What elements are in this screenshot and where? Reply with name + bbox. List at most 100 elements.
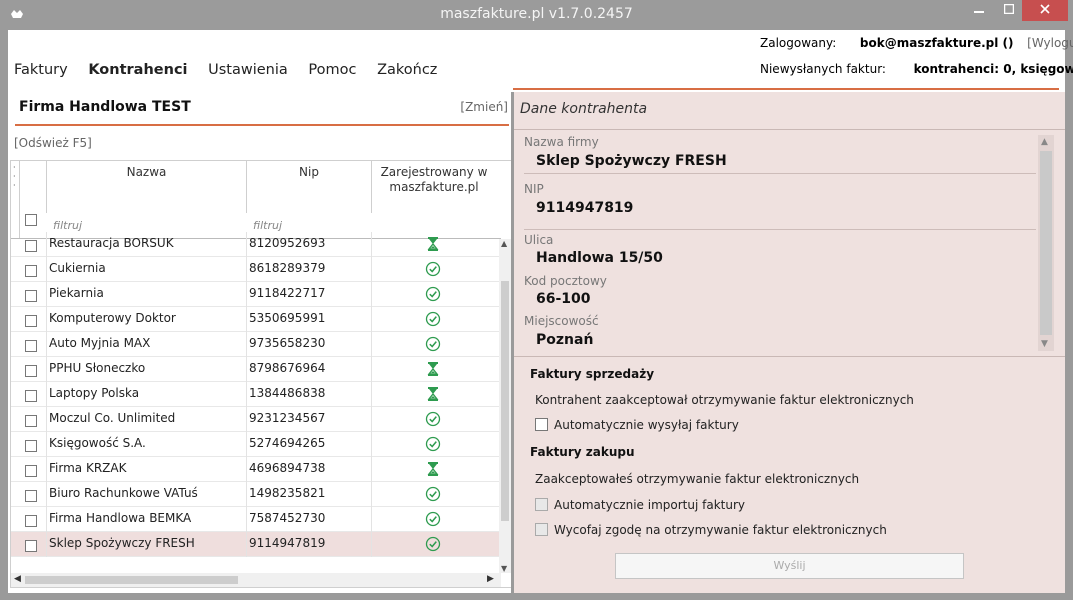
scroll-down-icon[interactable]: ▼ (501, 564, 507, 573)
row-checkbox[interactable] (25, 415, 37, 427)
close-button[interactable] (1022, 0, 1068, 21)
auto-send-checkbox[interactable]: Automatycznie wysyłaj faktury (535, 418, 739, 432)
grid-rows: Restauracja BORSUK 8120952693 Cukiernia 861… (11, 232, 501, 557)
table-row[interactable]: Laptopy Polska 1384486838 (11, 382, 501, 407)
row-checkbox[interactable] (25, 240, 37, 252)
table-row[interactable]: Komputerowy Doktor 5350695991 (11, 307, 501, 332)
table-row[interactable]: Firma KRZAK 4696894738 (11, 457, 501, 482)
hscroll-thumb[interactable] (25, 576, 238, 584)
table-row[interactable]: PPHU Słoneczko 8798676964 (11, 357, 501, 382)
refresh-link[interactable]: [Odśwież F5] (14, 136, 92, 150)
row-nip: 8120952693 (249, 236, 326, 250)
row-checkbox[interactable] (25, 465, 37, 477)
checkbox-box[interactable] (535, 523, 548, 536)
grid-separator (371, 432, 372, 457)
checkbox-box[interactable] (535, 418, 548, 431)
select-all-checkbox[interactable] (25, 214, 37, 226)
contractor-details-panel: Dane kontrahenta Nazwa firmy Sklep Spoży… (514, 92, 1065, 593)
details-divider (514, 356, 1065, 357)
maximize-button[interactable] (996, 0, 1022, 21)
row-checkbox[interactable] (25, 315, 37, 327)
scroll-up-icon[interactable]: ▲ (1041, 137, 1048, 147)
row-checkbox[interactable] (25, 265, 37, 277)
menu-kontrahenci[interactable]: Kontrahenci (88, 62, 187, 78)
logout-link[interactable]: [Wyloguj] (1027, 36, 1073, 50)
postal-label: Kod pocztowy (524, 274, 607, 288)
table-row[interactable]: Moczul Co. Unlimited 9231234567 (11, 407, 501, 432)
vertical-scrollbar[interactable]: ▲ ▼ (499, 239, 511, 573)
menu-faktury[interactable]: Faktury (14, 62, 68, 78)
details-scroll-thumb[interactable] (1040, 151, 1052, 335)
title-bar[interactable]: maszfakture.pl v1.7.0.2457 (0, 0, 1073, 30)
scroll-up-icon[interactable]: ▲ (501, 239, 507, 248)
row-nip: 7587452730 (249, 511, 326, 525)
table-row[interactable]: Biuro Rachunkowe VATuś 1498235821 (11, 482, 501, 507)
grid-separator (246, 332, 247, 357)
row-checkbox[interactable] (25, 490, 37, 502)
filter-name-input[interactable]: filtruj (53, 219, 82, 232)
row-checkbox[interactable] (25, 340, 37, 352)
grid-separator (46, 407, 47, 432)
scroll-thumb[interactable] (501, 281, 509, 521)
grid-separator (46, 332, 47, 357)
table-row[interactable]: Restauracja BORSUK 8120952693 (11, 232, 501, 257)
check-circle-icon (425, 536, 441, 552)
firm-name: Firma Handlowa TEST (19, 99, 191, 115)
auto-send-label: Automatycznie wysyłaj faktury (554, 418, 739, 432)
table-row[interactable]: Cukiernia 8618289379 (11, 257, 501, 282)
row-nip: 1498235821 (249, 486, 326, 500)
scroll-right-icon[interactable]: ▶ (487, 574, 494, 584)
grid-separator (371, 232, 372, 257)
row-name: Moczul Co. Unlimited (49, 411, 176, 425)
row-checkbox[interactable] (25, 290, 37, 302)
row-checkbox[interactable] (25, 540, 37, 552)
menu-ustawienia[interactable]: Ustawienia (208, 62, 288, 78)
filter-nip-input[interactable]: filtruj (253, 219, 282, 232)
row-name: Auto Myjnia MAX (49, 336, 151, 350)
horizontal-scrollbar[interactable]: ◀ ▶ (11, 573, 501, 587)
city-label: Miejscowość (524, 314, 599, 328)
row-name: Laptopy Polska (49, 386, 140, 400)
column-header-registered[interactable]: Zarejestrowany w maszfakture.pl (379, 165, 489, 195)
row-checkbox[interactable] (25, 515, 37, 527)
grid-separator (46, 382, 47, 407)
menu-zakoncz[interactable]: Zakończ (377, 62, 437, 78)
grid-separator (246, 382, 247, 407)
table-row[interactable]: Piekarnia 9118422717 (11, 282, 501, 307)
column-header-nip[interactable]: Nip (247, 165, 371, 180)
column-header-name[interactable]: Nazwa (47, 165, 246, 180)
row-checkbox[interactable] (25, 365, 37, 377)
grid-separator (19, 161, 20, 239)
row-name: Restauracja BORSUK (49, 236, 174, 250)
unsent-label: Niewysłanych faktur: (760, 62, 886, 76)
auto-import-checkbox[interactable]: Automatycznie importuj faktury (535, 498, 745, 512)
details-title: Dane kontrahenta (520, 101, 648, 117)
table-row[interactable]: Sklep Spożywczy FRESH 9114947819 (11, 532, 501, 557)
minimize-button[interactable] (966, 0, 992, 21)
send-button[interactable]: Wyślij (615, 553, 964, 579)
table-row[interactable]: Firma Handlowa BEMKA 7587452730 (11, 507, 501, 532)
grid-separator (371, 257, 372, 282)
check-circle-icon (425, 311, 441, 327)
details-scrollbar[interactable]: ▲ ▼ (1038, 135, 1054, 351)
row-nip: 8618289379 (249, 261, 326, 275)
header-divider (513, 88, 1059, 90)
menu-pomoc[interactable]: Pomoc (308, 62, 356, 78)
window-title: maszfakture.pl v1.7.0.2457 (440, 6, 633, 22)
withdraw-consent-checkbox[interactable]: Wycofaj zgodę na otrzymywanie faktur ele… (535, 523, 887, 537)
table-row[interactable]: Auto Myjnia MAX 9735658230 (11, 332, 501, 357)
grid-options-icon[interactable]: · · · (13, 163, 16, 190)
row-nip: 9118422717 (249, 286, 326, 300)
client-area: Faktury Kontrahenci Ustawienia Pomoc Zak… (8, 30, 1073, 593)
grid-separator (371, 482, 372, 507)
checkbox-box[interactable] (535, 498, 548, 511)
change-firm-link[interactable]: [Zmień] (460, 100, 508, 114)
grid-separator (246, 257, 247, 282)
row-checkbox[interactable] (25, 440, 37, 452)
grid-separator (371, 532, 372, 557)
scroll-left-icon[interactable]: ◀ (14, 574, 21, 584)
row-checkbox[interactable] (25, 390, 37, 402)
scroll-down-icon[interactable]: ▼ (1041, 339, 1048, 349)
table-row[interactable]: Księgowość S.A. 5274694265 (11, 432, 501, 457)
details-divider (514, 129, 1065, 130)
